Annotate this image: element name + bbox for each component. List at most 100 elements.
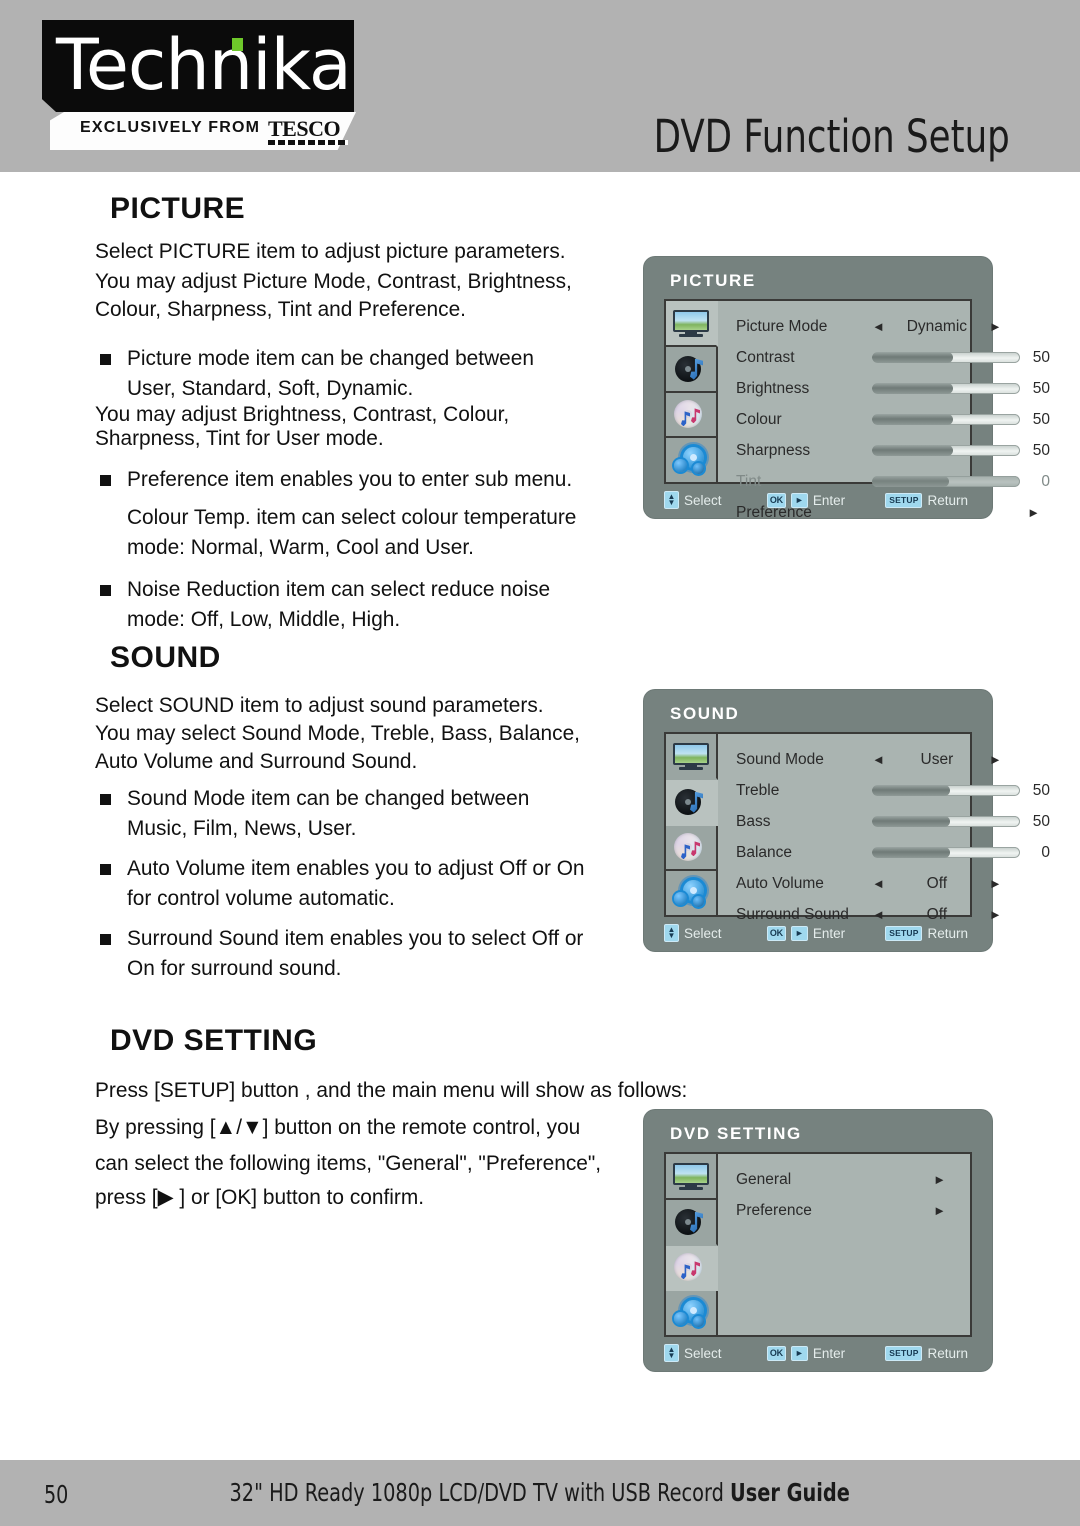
brightness-slider[interactable] [872,383,1020,394]
ok-key-icon[interactable]: OK [766,1345,786,1361]
footer-select-group[interactable]: ▲ ▼ Select [664,924,726,942]
disc-icon [671,787,711,817]
page-header: Technika EXCLUSIVELY FROM TESCO DVD Func… [0,0,1080,172]
setup-key-icon[interactable]: SETUP [885,925,923,941]
footer-select-label: Select [684,1345,722,1361]
setup-key-icon[interactable]: SETUP [885,492,923,508]
right-arrow-icon[interactable]: ► [989,907,1002,922]
play-key-icon[interactable]: ► [790,925,808,941]
osd-icon-cell-settings[interactable] [666,871,718,915]
osd-icon-cell-music-disc[interactable] [666,392,718,439]
osd-footer: ▲ ▼ Select OK ► Enter SETUP Return [664,488,972,512]
row-label: General [736,1170,792,1188]
updown-key-icon[interactable]: ▲ ▼ [664,1344,679,1362]
bullet-row: Sound Mode item can be changed between M… [95,783,599,843]
bullet-line: mode: Off, Low, Middle, High. [127,607,401,631]
osd-row-sound-mode[interactable]: Sound Mode ◄ User ► [736,744,1050,775]
osd-icon-cell-disc[interactable] [666,779,718,826]
osd-body: General ► Preference ► [664,1152,972,1337]
bullet-line: Music, Film, News, User. [127,816,357,840]
treble-slider[interactable] [872,785,1020,796]
osd-dvd-setting-menu[interactable]: DVD SETTING General ► Preference ► ▲ ▼ S… [644,1110,992,1371]
osd-row-contrast[interactable]: Contrast 50 [736,342,1050,373]
osd-sound-menu[interactable]: SOUND Sound Mode ◄ User ► Treble 50 Bass… [644,690,1050,951]
osd-row-sharpness[interactable]: Sharpness 50 [736,435,1050,466]
colour-slider[interactable] [872,414,1020,425]
row-value: 50 [1032,441,1050,459]
left-arrow-icon[interactable]: ◄ [872,876,885,891]
footer-select-group[interactable]: ▲ ▼ Select [664,491,726,509]
right-arrow-icon[interactable]: ► [989,752,1002,767]
osd-icon-sidebar [666,1154,718,1335]
play-key-icon[interactable]: ► [790,1345,808,1361]
right-arrow-icon[interactable]: ► [933,1172,946,1187]
picture-sub-para: Colour Temp. item can select colour temp… [95,502,590,562]
footer-return-group[interactable]: SETUP Return [885,1345,972,1361]
row-value: Dynamic [906,317,968,335]
osd-icon-cell-disc[interactable] [666,346,718,393]
music-disc-icon [671,832,711,862]
osd-title: DVD SETTING [670,1124,802,1143]
footer-enter-group[interactable]: OK ► Enter [766,492,849,508]
gear-icon [671,878,711,908]
osd-icon-cell-disc[interactable] [666,1199,718,1246]
ok-key-icon[interactable]: OK [766,492,786,508]
osd-row-general[interactable]: General ► [736,1164,956,1195]
tint-slider [872,476,1020,487]
gear-icon [671,1298,711,1328]
bullet-line: Preference item enables you to enter sub… [127,467,573,491]
left-arrow-icon[interactable]: ◄ [872,319,885,334]
osd-icon-cell-tv[interactable] [666,301,718,347]
square-bullet-icon [100,794,111,805]
osd-icon-cell-music-disc[interactable] [666,1245,718,1292]
footer-enter-label: Enter [812,492,846,508]
bass-slider[interactable] [872,816,1020,827]
bullet-line: Sound Mode item can be changed between [127,786,530,810]
right-arrow-icon[interactable]: ► [989,319,1002,334]
updown-key-icon[interactable]: ▲ ▼ [664,491,679,509]
osd-icon-cell-music-disc[interactable] [666,825,718,872]
ok-key-icon[interactable]: OK [766,925,786,941]
osd-row-bass[interactable]: Bass 50 [736,806,1050,837]
osd-icon-cell-settings[interactable] [666,1291,718,1335]
left-arrow-icon[interactable]: ◄ [872,907,885,922]
disc-icon [671,354,711,384]
osd-icon-cell-tv[interactable] [666,1154,718,1200]
left-arrow-icon[interactable]: ◄ [872,752,885,767]
play-key-icon[interactable]: ► [790,492,808,508]
balance-slider[interactable] [872,847,1020,858]
osd-icon-sidebar [666,734,718,915]
sharpness-slider[interactable] [872,445,1020,456]
osd-footer: ▲ ▼ Select OK ► Enter SETUP Return [664,921,972,945]
footer-return-group[interactable]: SETUP Return [885,492,972,508]
osd-row-preference[interactable]: Preference ► [736,1195,956,1226]
right-arrow-icon[interactable]: ► [989,876,1002,891]
osd-row-treble[interactable]: Treble 50 [736,775,1050,806]
picture-para2-line-2: Sharpness, Tint for User mode. [95,426,384,450]
osd-row-balance[interactable]: Balance 0 [736,837,1050,868]
row-value: Off [926,874,948,892]
osd-row-brightness[interactable]: Brightness 50 [736,373,1050,404]
row-value: User [920,750,954,768]
setup-key-icon[interactable]: SETUP [885,1345,923,1361]
contrast-slider[interactable] [872,352,1020,363]
footer-enter-group[interactable]: OK ► Enter [766,925,849,941]
osd-row-colour[interactable]: Colour 50 [736,404,1050,435]
osd-row-picture-mode[interactable]: Picture Mode ◄ Dynamic ► [736,311,1050,342]
row-label: Auto Volume [736,874,824,892]
osd-body: Sound Mode ◄ User ► Treble 50 Bass 50 Ba… [664,732,1050,923]
updown-key-icon[interactable]: ▲ ▼ [664,924,679,942]
footer-select-group[interactable]: ▲ ▼ Select [664,1344,726,1362]
footer-enter-group[interactable]: OK ► Enter [766,1345,849,1361]
footer-return-group[interactable]: SETUP Return [885,925,972,941]
right-arrow-icon[interactable]: ► [1027,505,1040,520]
footer-return-label: Return [927,1345,968,1361]
osd-row-auto-volume[interactable]: Auto Volume ◄ Off ► [736,868,1050,899]
sub-para-line: mode: Normal, Warm, Cool and User. [127,535,474,559]
osd-icon-cell-tv[interactable] [666,734,718,780]
osd-picture-menu[interactable]: PICTURE Picture Mode ◄ Dynamic ► Contras… [644,257,1050,521]
osd-icon-cell-settings[interactable] [666,438,718,482]
right-arrow-icon[interactable]: ► [933,1203,946,1218]
row-value: 50 [1032,781,1050,799]
logo-tesco-text: TESCO [268,116,341,141]
